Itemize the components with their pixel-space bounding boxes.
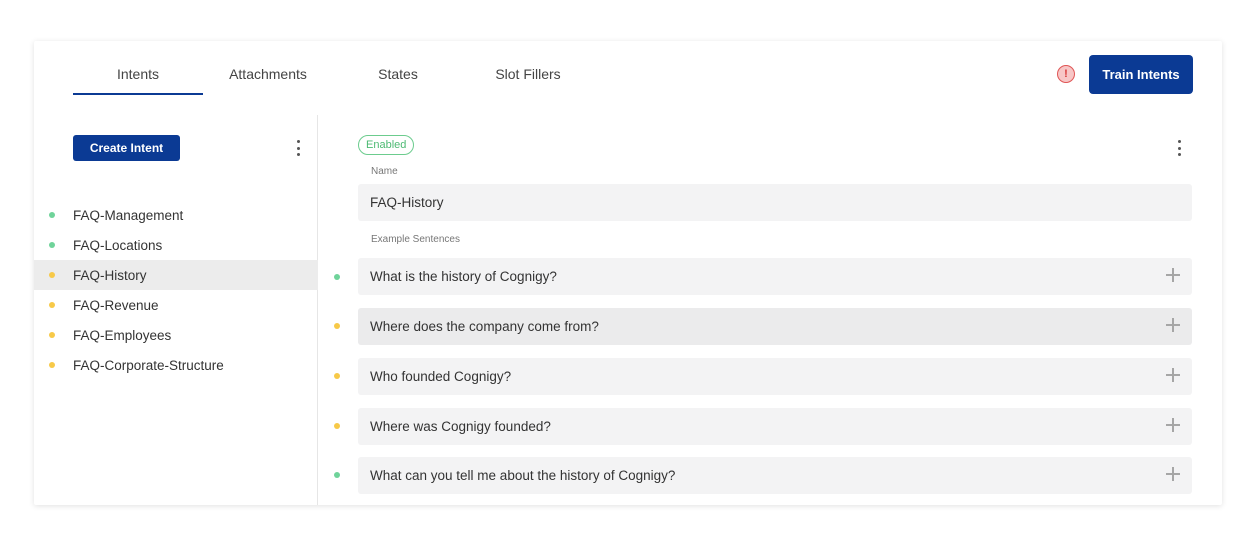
plus-icon[interactable] bbox=[1166, 418, 1180, 432]
status-dot-icon bbox=[49, 272, 55, 278]
intent-item-label: FAQ-Locations bbox=[73, 237, 163, 253]
sentence-status-dot-icon bbox=[334, 373, 340, 379]
status-dot-icon bbox=[49, 242, 55, 248]
intent-name-field[interactable] bbox=[358, 184, 1192, 221]
plus-icon[interactable] bbox=[1166, 368, 1180, 382]
plus-icon[interactable] bbox=[1166, 467, 1180, 481]
intent-item-label: FAQ-Management bbox=[73, 207, 184, 223]
example-sentence-row[interactable]: What can you tell me about the history o… bbox=[358, 457, 1192, 494]
intent-item-faq-employees[interactable]: FAQ-Employees bbox=[34, 320, 318, 350]
example-sentence-row[interactable]: What is the history of Cognigy? bbox=[358, 258, 1192, 295]
status-badge[interactable]: Enabled bbox=[358, 135, 415, 155]
intent-item-label: FAQ-Revenue bbox=[73, 297, 159, 313]
intent-editor-card: Intents Attachments States Slot Fillers … bbox=[34, 41, 1222, 505]
intent-item-label: FAQ-Employees bbox=[73, 327, 172, 343]
warning-icon[interactable]: ! bbox=[1057, 65, 1075, 83]
example-sentences-label: Example Sentences bbox=[371, 234, 460, 245]
sentence-status-dot-icon bbox=[334, 323, 340, 329]
status-dot-icon bbox=[49, 302, 55, 308]
sentence-status-dot-icon bbox=[334, 472, 340, 478]
example-sentence-text: Who founded Cognigy? bbox=[370, 369, 512, 384]
example-sentence-text: Where does the company come from? bbox=[370, 319, 599, 334]
sentence-status-dot-icon bbox=[334, 274, 340, 280]
example-sentence-row[interactable]: Where was Cognigy founded? bbox=[358, 408, 1192, 445]
example-sentence-row[interactable]: Where does the company come from? bbox=[358, 308, 1192, 345]
example-sentence-text: Where was Cognigy founded? bbox=[370, 419, 551, 434]
create-intent-button[interactable]: Create Intent bbox=[73, 135, 180, 161]
status-dot-icon bbox=[49, 212, 55, 218]
intent-list: FAQ-Management FAQ-Locations FAQ-History… bbox=[34, 200, 318, 380]
intent-item-faq-corporate-structure[interactable]: FAQ-Corporate-Structure bbox=[34, 350, 318, 380]
intent-item-faq-revenue[interactable]: FAQ-Revenue bbox=[34, 290, 318, 320]
tab-attachments[interactable]: Attachments bbox=[203, 53, 333, 95]
status-dot-icon bbox=[49, 362, 55, 368]
name-label: Name bbox=[371, 166, 398, 177]
intent-item-faq-history[interactable]: FAQ-History bbox=[34, 260, 318, 290]
tab-bar: Intents Attachments States Slot Fillers bbox=[73, 53, 593, 95]
tab-intents[interactable]: Intents bbox=[73, 53, 203, 95]
plus-icon[interactable] bbox=[1166, 318, 1180, 332]
intent-item-label: FAQ-Corporate-Structure bbox=[73, 357, 224, 373]
tab-slot-fillers[interactable]: Slot Fillers bbox=[463, 53, 593, 95]
tab-states[interactable]: States bbox=[333, 53, 463, 95]
status-dot-icon bbox=[49, 332, 55, 338]
intent-item-faq-locations[interactable]: FAQ-Locations bbox=[34, 230, 318, 260]
example-sentence-row[interactable]: Who founded Cognigy? bbox=[358, 358, 1192, 395]
plus-icon[interactable] bbox=[1166, 268, 1180, 282]
train-intents-button[interactable]: Train Intents bbox=[1089, 55, 1193, 94]
intent-more-icon[interactable] bbox=[1173, 140, 1185, 156]
example-sentence-text: What is the history of Cognigy? bbox=[370, 269, 557, 284]
sentence-status-dot-icon bbox=[334, 423, 340, 429]
example-sentence-text: What can you tell me about the history o… bbox=[370, 468, 676, 483]
intent-sidebar: Create Intent FAQ-Management FAQ-Locatio… bbox=[34, 115, 318, 505]
intent-item-label: FAQ-History bbox=[73, 267, 147, 283]
sidebar-more-icon[interactable] bbox=[292, 140, 304, 156]
intent-item-faq-management[interactable]: FAQ-Management bbox=[34, 200, 318, 230]
